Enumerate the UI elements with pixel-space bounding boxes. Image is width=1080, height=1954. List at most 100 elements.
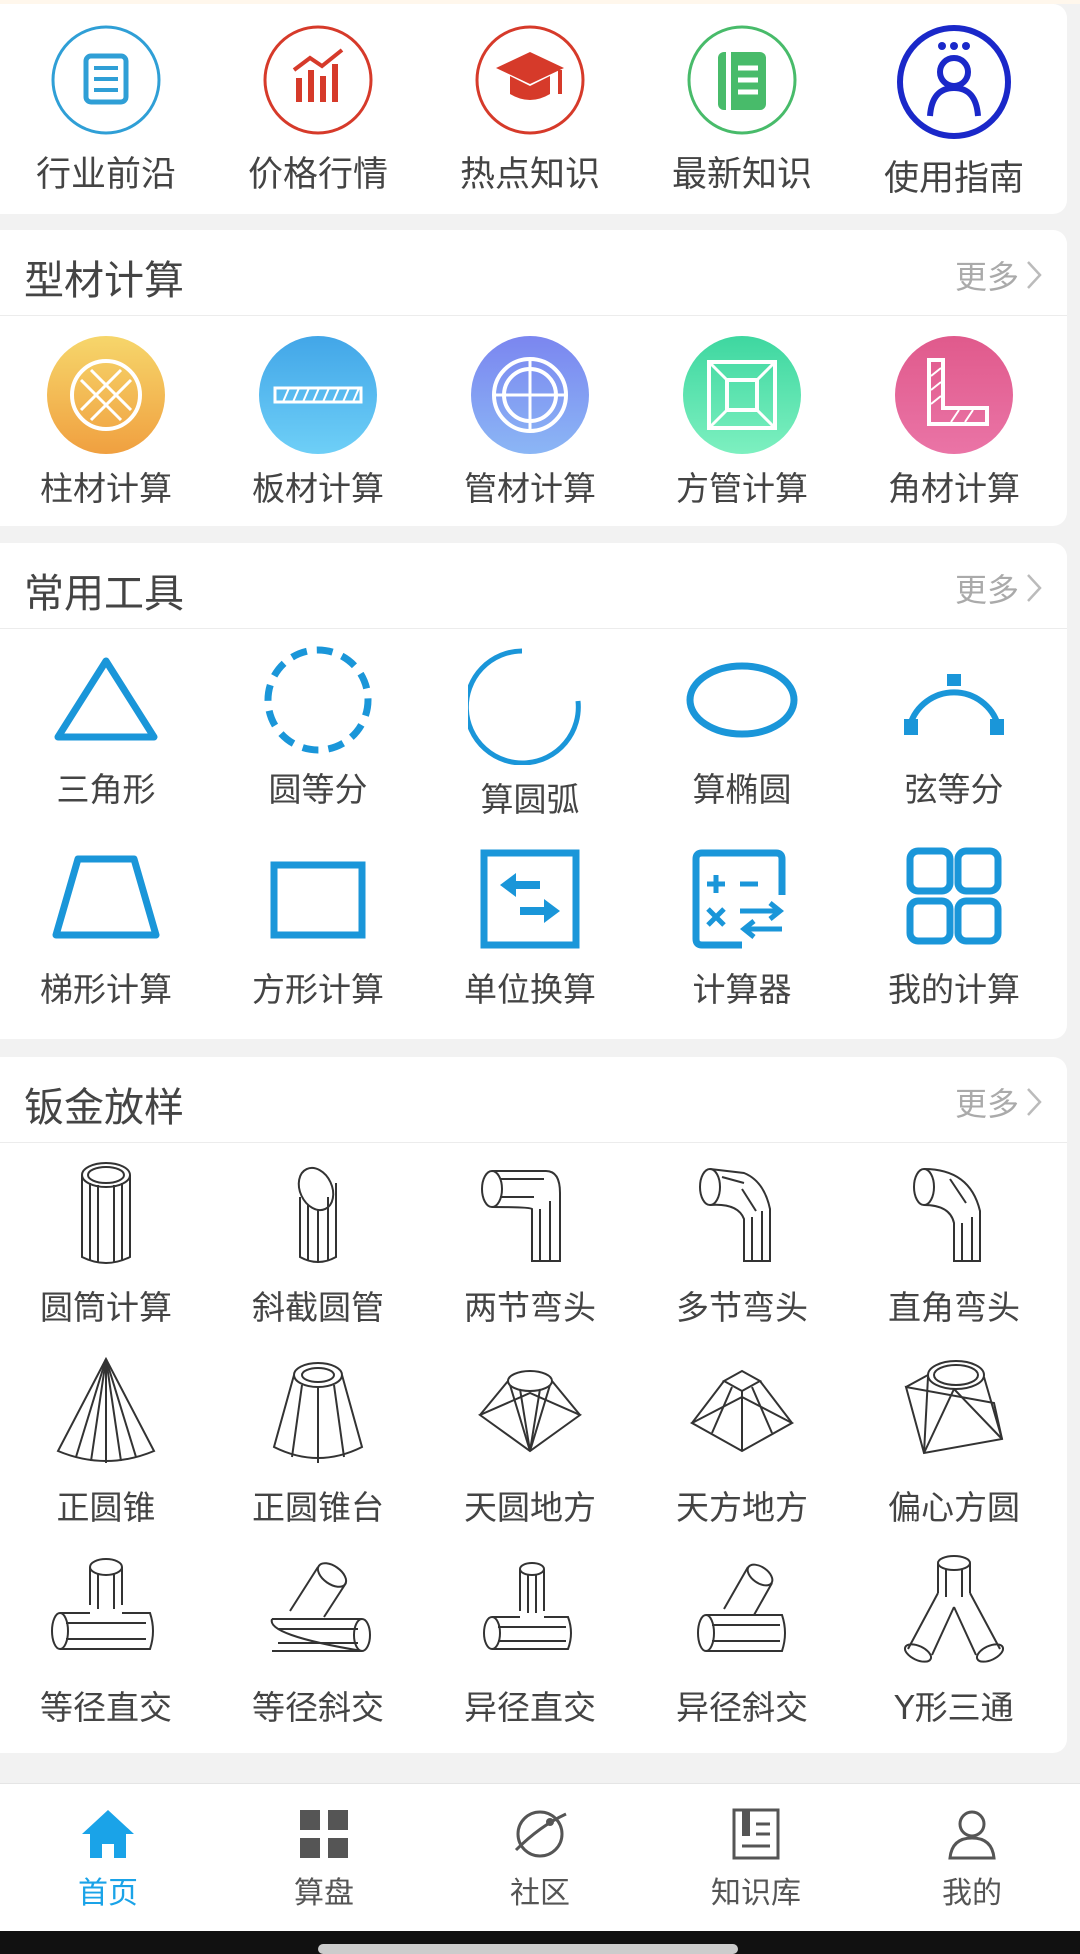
nav-mine[interactable]: 我的 (864, 1784, 1080, 1932)
sheet-item-label: 等径直交 (40, 1688, 172, 1727)
tool-item-label: 弦等分 (904, 770, 1004, 809)
sheet-item-label: 异径直交 (464, 1688, 596, 1727)
sheet-item-square-square[interactable]: 天方地方 (636, 1343, 848, 1543)
section-title: 型材计算 (24, 258, 184, 304)
quick-access-card: 行业前沿 价格行情 热点知识 最新知识 使用指南 (0, 4, 1067, 214)
tool-item-label: 单位换算 (464, 970, 596, 1009)
sheet-item-label: 斜截圆管 (252, 1288, 384, 1327)
nav-label: 我的 (942, 1876, 1002, 1911)
chevron-right-icon (1027, 1088, 1042, 1116)
sheet-item-reducing-tee[interactable]: 异径直交 (424, 1543, 636, 1743)
profile-item-plate[interactable]: 板材计算 (212, 316, 424, 526)
profile-item-pipe[interactable]: 管材计算 (424, 316, 636, 526)
nav-home[interactable]: 首页 (0, 1784, 216, 1932)
nav-knowledge[interactable]: 知识库 (648, 1784, 864, 1932)
sheet-item-label: 天方地方 (676, 1488, 808, 1527)
tool-item-my-calc[interactable]: 我的计算 (848, 829, 1060, 1029)
nav-abacus[interactable]: 算盘 (216, 1784, 432, 1932)
eccentric-transition-icon (894, 1353, 1014, 1473)
profile-item-label: 角材计算 (888, 469, 1020, 508)
home-indicator[interactable] (318, 1944, 738, 1954)
quick-item-guide[interactable]: 使用指南 (848, 4, 1060, 214)
quick-item-label: 最新知识 (671, 155, 812, 195)
tool-item-trapezoid[interactable]: 梯形计算 (0, 829, 212, 1029)
sheet-item-eccentric[interactable]: 偏心方圆 (848, 1343, 1060, 1543)
tool-item-label: 我的计算 (888, 970, 1020, 1009)
equal-oblique-tee-icon (258, 1553, 378, 1673)
section-header: 常用工具 更多 (0, 543, 1067, 629)
sheet-item-label: 偏心方圆 (888, 1488, 1020, 1527)
sheet-item-oblique-pipe[interactable]: 斜截圆管 (212, 1143, 424, 1343)
sheet-item-label: 多节弯头 (676, 1288, 808, 1327)
plate-icon (259, 336, 377, 454)
more-label: 更多 (954, 571, 1019, 609)
tool-item-label: 方形计算 (252, 970, 384, 1009)
sheet-item-reducing-oblique[interactable]: 异径斜交 (636, 1543, 848, 1743)
sheet-item-label: Y形三通 (894, 1688, 1014, 1727)
sheet-item-label: 天圆地方 (464, 1488, 596, 1527)
angle-steel-icon (895, 336, 1013, 454)
chord-divide-icon (894, 645, 1014, 755)
user-guide-icon (896, 24, 1012, 140)
nav-label: 社区 (510, 1876, 570, 1911)
more-link[interactable]: 更多 (955, 1079, 1043, 1125)
more-link[interactable]: 更多 (955, 565, 1043, 611)
home-icon (82, 1810, 134, 1858)
quick-item-label: 行业前沿 (35, 155, 176, 195)
sheet-item-equal-oblique[interactable]: 等径斜交 (212, 1543, 424, 1743)
round-bar-icon (47, 336, 165, 454)
tool-item-triangle[interactable]: 三角形 (0, 629, 212, 829)
right-angle-elbow-icon (894, 1153, 1014, 1273)
quick-item-hot[interactable]: 热点知识 (424, 4, 636, 214)
two-section-elbow-icon (470, 1153, 590, 1273)
sheet-item-label: 圆筒计算 (40, 1288, 172, 1327)
circle-divide-icon (258, 645, 378, 755)
pipe-icon (471, 336, 589, 454)
graduation-cap-icon (474, 24, 586, 136)
trapezoid-icon (44, 845, 168, 955)
y-tee-icon (894, 1553, 1014, 1673)
tool-item-arc[interactable]: 算圆弧 (424, 629, 636, 829)
profile-item-bar[interactable]: 柱材计算 (0, 316, 212, 526)
sheet-item-y-tee[interactable]: Y形三通 (848, 1543, 1060, 1743)
sheet-item-multi-elbow[interactable]: 多节弯头 (636, 1143, 848, 1343)
profile-calc-card: 型材计算 更多 柱材计算 板材计算 管材计算 方管计算 角材计算 (0, 230, 1067, 526)
square-tube-icon (683, 336, 801, 454)
nav-label: 算盘 (294, 1876, 354, 1911)
cylinder-icon (46, 1153, 166, 1273)
profile-item-label: 方管计算 (676, 469, 808, 508)
quick-item-latest[interactable]: 最新知识 (636, 4, 848, 214)
sheet-item-two-elbow[interactable]: 两节弯头 (424, 1143, 636, 1343)
section-header: 型材计算 更多 (0, 230, 1067, 316)
square-to-square-icon (682, 1353, 802, 1473)
tool-item-unit[interactable]: 单位换算 (424, 829, 636, 1029)
sheet-item-round-square[interactable]: 天圆地方 (424, 1343, 636, 1543)
more-link[interactable]: 更多 (955, 252, 1043, 298)
sheet-item-cylinder[interactable]: 圆筒计算 (0, 1143, 212, 1343)
quick-item-industry[interactable]: 行业前沿 (0, 4, 212, 214)
sheet-item-frustum[interactable]: 正圆锥台 (212, 1343, 424, 1543)
tool-item-ellipse[interactable]: 算椭圆 (636, 629, 848, 829)
nav-label: 知识库 (711, 1876, 801, 1911)
unit-convert-icon (470, 845, 590, 955)
tool-item-rectangle[interactable]: 方形计算 (212, 829, 424, 1029)
tool-item-label: 计算器 (692, 970, 792, 1009)
calculator-icon (682, 845, 802, 955)
library-icon (732, 1808, 780, 1860)
quick-item-label: 热点知识 (459, 155, 600, 195)
nav-community[interactable]: 社区 (432, 1784, 648, 1932)
more-label: 更多 (954, 258, 1019, 296)
profile-item-label: 管材计算 (464, 469, 596, 508)
quick-item-price[interactable]: 价格行情 (212, 4, 424, 214)
reducing-oblique-tee-icon (682, 1553, 802, 1673)
sheet-item-label: 直角弯头 (888, 1288, 1020, 1327)
sheet-item-right-elbow[interactable]: 直角弯头 (848, 1143, 1060, 1343)
sheet-item-equal-tee[interactable]: 等径直交 (0, 1543, 212, 1743)
profile-item-label: 柱材计算 (40, 469, 172, 508)
profile-item-angle[interactable]: 角材计算 (848, 316, 1060, 526)
tool-item-calculator[interactable]: 计算器 (636, 829, 848, 1029)
profile-item-square-tube[interactable]: 方管计算 (636, 316, 848, 526)
sheet-item-cone[interactable]: 正圆锥 (0, 1343, 212, 1543)
tool-item-circle-divide[interactable]: 圆等分 (212, 629, 424, 829)
tool-item-chord[interactable]: 弦等分 (848, 629, 1060, 829)
